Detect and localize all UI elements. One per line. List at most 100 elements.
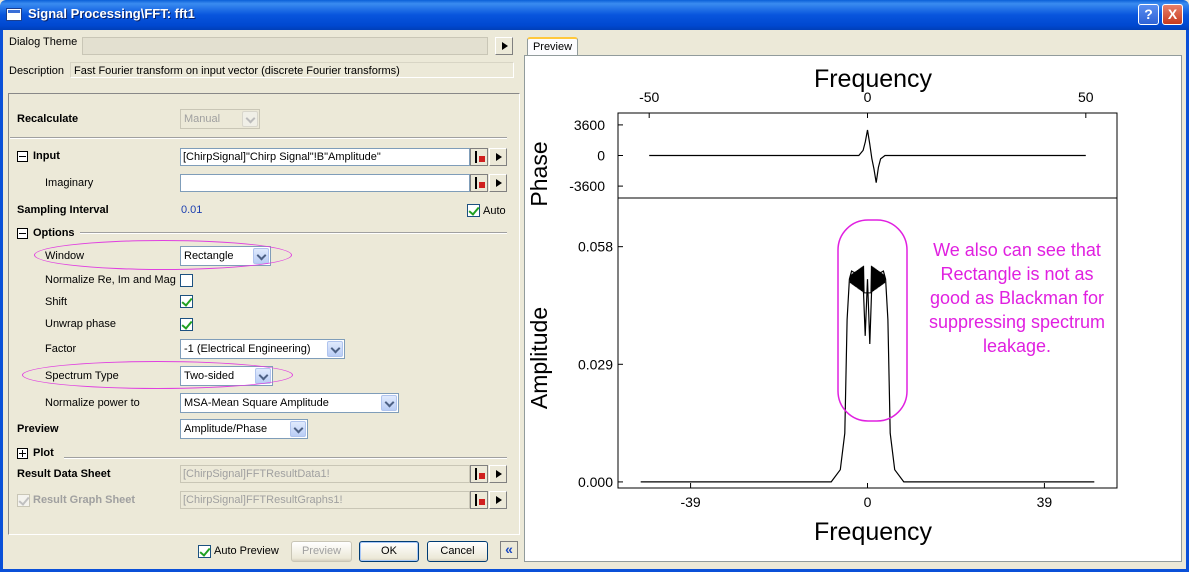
phase-y-axis-title: Phase: [526, 141, 552, 206]
factor-value: -1 (Electrical Engineering): [184, 343, 311, 355]
ok-button[interactable]: OK: [359, 541, 419, 562]
result-data-menu-button[interactable]: [489, 465, 507, 483]
recalculate-label: Recalculate: [17, 113, 79, 125]
sampling-value[interactable]: 0.01: [181, 204, 202, 216]
help-button[interactable]: ?: [1138, 4, 1159, 25]
shift-checkbox[interactable]: [180, 295, 193, 308]
normpower-value: MSA-Mean Square Amplitude: [184, 397, 329, 409]
amplitude-y-tick-label: 0.000: [578, 474, 613, 490]
collapse-panel-button[interactable]: «: [500, 541, 518, 559]
normpower-select[interactable]: MSA-Mean Square Amplitude: [180, 393, 399, 413]
input-label: Input: [33, 150, 60, 162]
highlight-ellipse: [22, 361, 293, 389]
imaginary-menu-button[interactable]: [489, 174, 507, 192]
collapse-options-icon[interactable]: [17, 228, 28, 239]
amplitude-y-tick-label: 0.058: [578, 239, 613, 255]
unwrap-checkbox[interactable]: [180, 318, 193, 331]
window-title: Signal Processing\FFT: fft1: [28, 6, 195, 21]
cancel-button[interactable]: Cancel: [427, 541, 488, 562]
app-icon: [6, 8, 22, 21]
description-text: Fast Fourier transform on input vector (…: [74, 65, 400, 77]
preview-button[interactable]: Preview: [291, 541, 352, 562]
result-graph-value: [ChirpSignal]FFTResultGraphs1!: [183, 494, 343, 506]
result-data-value: [ChirpSignal]FFTResultData1!: [183, 468, 330, 480]
recalculate-select[interactable]: Manual: [180, 109, 260, 129]
column-picker-icon: [475, 494, 485, 506]
result-graph-label: Result Graph Sheet: [33, 494, 136, 506]
close-button[interactable]: X: [1162, 4, 1183, 25]
highlight-ellipse: [34, 240, 292, 270]
shift-label: Shift: [45, 296, 68, 308]
result-data-field[interactable]: [ChirpSignal]FFTResultData1!: [180, 465, 470, 483]
theme-field[interactable]: [82, 37, 488, 55]
phase-y-tick-label: -3600: [569, 178, 605, 194]
divider: [10, 137, 507, 139]
auto-preview-label: Auto Preview: [214, 545, 279, 557]
input-menu-button[interactable]: [489, 148, 507, 166]
column-picker-icon: [475, 468, 485, 480]
recalculate-value: Manual: [184, 113, 221, 125]
result-graph-picker-button[interactable]: [470, 491, 488, 509]
normpower-label: Normalize power to: [45, 397, 140, 409]
imaginary-picker-button[interactable]: [470, 174, 488, 192]
normalize-checkbox[interactable]: [180, 274, 193, 287]
result-data-label: Result Data Sheet: [17, 468, 111, 480]
amplitude-x-axis-title: Frequency: [814, 518, 933, 546]
phase-y-tick-label: 0: [597, 148, 605, 164]
result-graph-menu-button[interactable]: [489, 491, 507, 509]
expand-plot-icon[interactable]: [17, 448, 28, 459]
chevron-down-icon: [381, 395, 397, 411]
annotation-line: leakage.: [983, 336, 1051, 356]
input-field[interactable]: [ChirpSignal]"Chirp Signal"!B"Amplitude": [180, 148, 470, 166]
auto-checkbox[interactable]: [467, 204, 480, 217]
chevron-down-icon: [290, 421, 306, 437]
phase-x-axis-title: Frequency: [814, 65, 933, 93]
amplitude-x-tick-label: 39: [1037, 494, 1053, 510]
preview-label: Preview: [17, 423, 59, 435]
annotation-line: Rectangle is not as: [940, 264, 1093, 284]
amplitude-x-tick-label: 0: [864, 494, 872, 510]
imaginary-field[interactable]: [180, 174, 470, 192]
title-bar: Signal Processing\FFT: fft1 ? X: [0, 0, 1189, 30]
factor-label: Factor: [45, 343, 77, 355]
imaginary-label: Imaginary: [45, 177, 94, 189]
annotation-line: good as Blackman for: [930, 288, 1104, 308]
divider: [64, 457, 507, 459]
options-label: Options: [33, 227, 75, 239]
unwrap-label: Unwrap phase: [45, 318, 116, 330]
input-picker-button[interactable]: [470, 148, 488, 166]
column-picker-icon: [475, 177, 485, 189]
amplitude-y-tick-label: 0.029: [578, 356, 613, 372]
theme-label: Dialog Theme: [9, 36, 78, 48]
fft-preview-chart: Frequency -50 0 50 Phase 3600 0 -3600 Amplit…: [526, 65, 1118, 546]
description-label: Description: [9, 65, 65, 77]
phase-y-tick-label: 3600: [574, 117, 605, 133]
column-picker-icon: [475, 151, 485, 163]
preview-area: Frequency -50 0 50 Phase 3600 0 -3600 Amplit…: [524, 55, 1182, 562]
phase-series-line: [649, 129, 1086, 183]
result-data-picker-button[interactable]: [470, 465, 488, 483]
description-box: Fast Fourier transform on input vector (…: [70, 62, 514, 78]
tab-preview[interactable]: Preview: [527, 37, 578, 56]
preview-value: Amplitude/Phase: [184, 423, 268, 435]
highlight-rounded-rect: [837, 219, 908, 422]
preview-select[interactable]: Amplitude/Phase: [180, 419, 308, 439]
collapse-input-icon[interactable]: [17, 151, 28, 162]
amplitude-x-tick-label: -39: [680, 494, 700, 510]
plot-label: Plot: [33, 447, 54, 459]
result-graph-field[interactable]: [ChirpSignal]FFTResultGraphs1!: [180, 491, 470, 509]
chevron-down-icon: [327, 341, 343, 357]
chevron-down-icon: [242, 111, 258, 127]
theme-menu-button[interactable]: [495, 37, 513, 55]
input-value: [ChirpSignal]"Chirp Signal"!B"Amplitude": [183, 151, 381, 163]
annotation-line: suppressing spectrum: [929, 312, 1105, 332]
divider: [80, 232, 507, 234]
auto-preview-checkbox[interactable]: [198, 545, 211, 558]
factor-select[interactable]: -1 (Electrical Engineering): [180, 339, 345, 359]
normalize-label: Normalize Re, Im and Mag: [45, 274, 176, 286]
phase-x-tick-label: -50: [639, 89, 659, 105]
result-graph-checkbox[interactable]: [17, 494, 30, 507]
sampling-label: Sampling Interval: [17, 204, 109, 216]
auto-label: Auto: [483, 205, 506, 217]
phase-x-tick-label: 0: [864, 89, 872, 105]
